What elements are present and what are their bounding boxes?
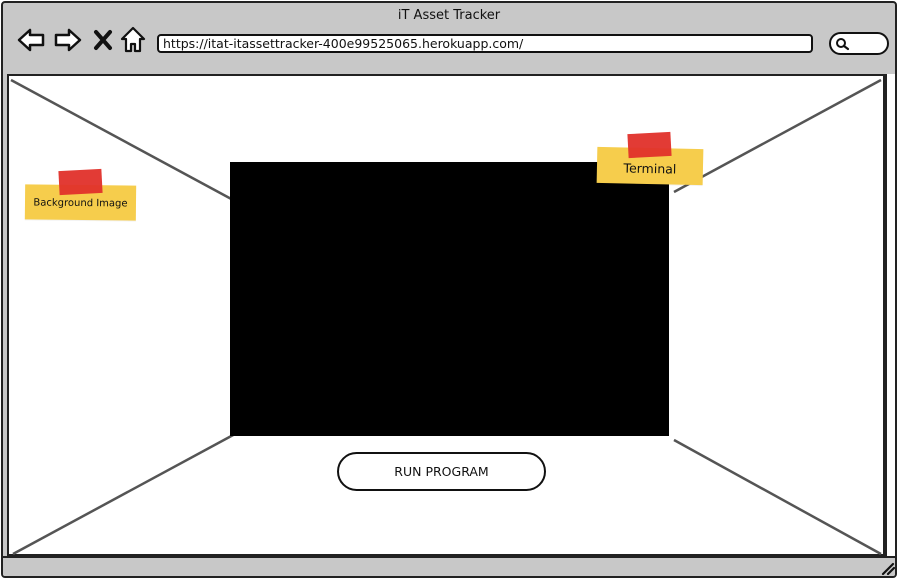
address-bar[interactable] (157, 34, 813, 53)
search-button[interactable] (829, 32, 889, 55)
run-program-button[interactable]: RUN PROGRAM (337, 452, 546, 491)
back-arrow-icon (17, 28, 45, 52)
home-icon (120, 26, 146, 53)
vertical-scrollbar[interactable] (885, 74, 895, 556)
stop-button[interactable] (91, 25, 121, 55)
home-button[interactable] (119, 25, 149, 55)
window-title: iT Asset Tracker (397, 8, 501, 23)
close-x-icon (94, 30, 112, 50)
forward-arrow-icon (54, 28, 82, 52)
sticky-tape (58, 168, 103, 196)
sticky-tape (627, 131, 672, 159)
forward-button[interactable] (53, 25, 83, 55)
resize-grip-icon[interactable] (881, 561, 895, 575)
status-bar (3, 556, 895, 576)
search-icon (836, 38, 850, 51)
terminal-panel[interactable] (230, 162, 669, 436)
back-button[interactable] (16, 25, 46, 55)
